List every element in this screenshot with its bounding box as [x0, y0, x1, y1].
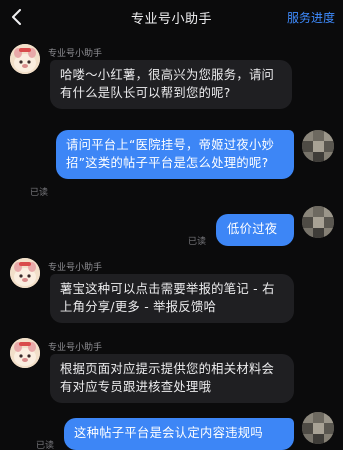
blurred-user-avatar-icon	[302, 412, 334, 444]
service-progress-link[interactable]: 服务进度	[287, 9, 335, 26]
read-status: 已读	[30, 188, 49, 198]
bot-message-bubble[interactable]: 薯宝这种可以点击需要举报的笔记 - 右上角分享/更多 - 举报反馈哈	[50, 274, 294, 323]
chevron-left-icon	[12, 9, 21, 25]
user-message-bubble[interactable]: 这种帖子平台是会认定内容违规吗	[64, 418, 294, 450]
user-message-bubble[interactable]: 低价过夜	[216, 214, 294, 246]
bot-message-bubble[interactable]: 哈喽～小红薯，很高兴为您服务，请问有什么是队长可以帮到您的呢?	[50, 60, 292, 109]
back-button[interactable]	[6, 6, 28, 28]
bot-name: 专业号小助手	[48, 343, 103, 353]
chat-header: 专业号小助手 服务进度	[0, 0, 343, 34]
blurred-user-avatar-icon	[302, 206, 334, 238]
user-avatar[interactable]	[302, 206, 334, 238]
page-title: 专业号小助手	[130, 11, 212, 27]
bot-avatar[interactable]	[10, 338, 40, 368]
mascot-icon	[10, 338, 40, 368]
bot-avatar[interactable]	[10, 258, 40, 288]
user-avatar[interactable]	[302, 130, 334, 162]
user-message-bubble[interactable]: 请问平台上“医院挂号，帝姬过夜小妙招”这类的帖子平台是怎么处理的呢?	[56, 130, 294, 179]
bot-name: 专业号小助手	[48, 263, 103, 273]
read-status: 已读	[188, 237, 207, 247]
bot-avatar[interactable]	[10, 44, 40, 74]
read-status: 已读	[36, 441, 55, 450]
blurred-user-avatar-icon	[302, 130, 334, 162]
user-avatar[interactable]	[302, 412, 334, 444]
mascot-icon	[10, 258, 40, 288]
mascot-icon	[10, 44, 40, 74]
bot-name: 专业号小助手	[48, 49, 103, 59]
bot-message-bubble[interactable]: 根据页面对应提示提供您的相关材料会有对应专员跟进核查处理哦	[50, 354, 294, 403]
chat-screen: 专业号小助手 服务进度 专业号小助手 哈喽～小红薯，很高兴为您服务，请问有什么是…	[0, 0, 343, 450]
